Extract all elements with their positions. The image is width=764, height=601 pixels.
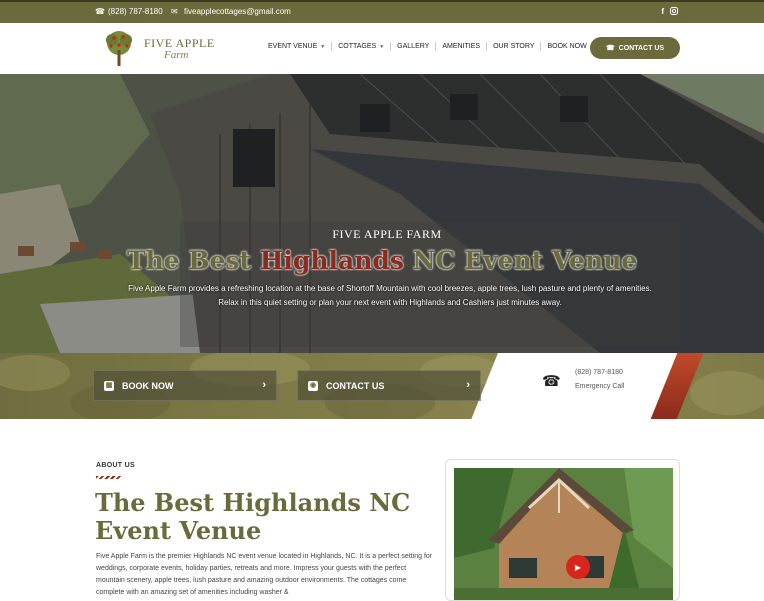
nav-divider [540,42,542,51]
topbar-email[interactable]: ✉ fiveapplecottages@gmail.com [171,7,291,16]
hero-title-part: NC Event Venue [403,246,638,275]
nav-our-story[interactable]: OUR STORY [493,43,534,50]
contact-us-label: CONTACT US [618,44,665,52]
chevron-right-icon: › [262,379,266,391]
nav-divider [435,42,437,51]
nav-label: BOOK NOW [547,43,587,50]
phone-icon: ☎ [605,45,615,52]
about-divider [96,476,121,479]
emergency-label: Emergency Call [575,383,625,390]
topbar-phone[interactable]: ☎ (828) 787-8180 [95,7,163,16]
telephone-icon: ☎ [542,373,561,390]
phone-icon: ☎ [95,6,105,16]
camera-icon: ◉ [308,380,318,391]
envelope-icon: ✉ [171,6,178,16]
hero-description: Five Apple Farm provides a refreshing lo… [95,282,685,310]
top-bar: ☎ (828) 787-8180 ✉ fiveapplecottages@gma… [0,0,764,23]
nav-amenities[interactable]: AMENITIES [442,43,480,50]
about-section-label: ABOUT US [96,462,135,469]
nav-divider [390,42,392,51]
hero-desc-line: Relax in this quiet setting or plan your… [218,298,562,307]
chevron-down-icon: ▼ [320,43,326,50]
book-now-button[interactable]: ▦ BOOK NOW › [93,370,277,401]
cottage-image [454,468,673,600]
nav-label: EVENT VENUE [268,43,318,50]
nav-label: AMENITIES [442,43,481,50]
nav-label: OUR STORY [493,43,535,50]
nav-label: GALLERY [397,43,430,50]
about-text: Five Apple Farm is the premier Highlands… [96,553,433,596]
nav-divider [486,42,488,51]
topbar-email-text: fiveapplecottages@gmail.com [184,7,291,16]
book-now-label: BOOK NOW [122,380,174,391]
nav-cottages[interactable]: COTTAGES ▼ [338,43,384,50]
hero-desc-line: Five Apple Farm provides a refreshing lo… [128,284,652,293]
cta-contact-us-label: CONTACT US [326,380,385,391]
nav-gallery[interactable]: GALLERY [397,43,429,50]
nav-book-now[interactable]: BOOK NOW [547,43,586,50]
emergency-phone: (828) 787-8180 [575,369,623,376]
video-card: ▶ [445,459,680,601]
nav-event-venue[interactable]: EVENT VENUE ▼ [268,43,325,50]
chevron-down-icon: ▼ [379,43,385,50]
instagram-icon[interactable] [670,7,678,17]
about-title: The Best Highlands NC Event Venue [95,488,411,545]
logo-sub-text: Farm [164,49,189,61]
nav-divider [331,42,333,51]
site-header: FIVE APPLE Farm EVENT VENUE ▼ COTTAGES ▼ G… [0,23,764,74]
social-links: f [661,7,678,17]
site-logo[interactable]: FIVE APPLE Farm [98,28,228,70]
nav-label: COTTAGES [338,43,377,50]
cta-contact-us-button[interactable]: ◉ CONTACT US › [297,370,481,401]
main-nav: EVENT VENUE ▼ COTTAGES ▼ GALLERY AMENITIES… [268,42,587,51]
hero-banner: FIVE APPLE FARM The Best Highlands NC Ev… [0,74,764,353]
topbar-phone-text: (828) 787-8180 [108,7,163,16]
video-thumbnail[interactable]: ▶ [454,468,673,600]
apple-tree-logo-icon [106,31,132,66]
chevron-right-icon: › [466,379,470,391]
calendar-icon: ▦ [104,380,114,391]
facebook-icon[interactable]: f [661,7,664,17]
contact-us-button[interactable]: ☎ CONTACT US [590,37,680,59]
hero-title-highlight: Highlands [259,246,404,275]
youtube-play-icon[interactable]: ▶ [566,555,590,579]
hero-title: The Best Highlands NC Event Venue [127,246,667,275]
hero-kicker: FIVE APPLE FARM [332,227,442,241]
hero-title-part: The Best [127,246,260,275]
